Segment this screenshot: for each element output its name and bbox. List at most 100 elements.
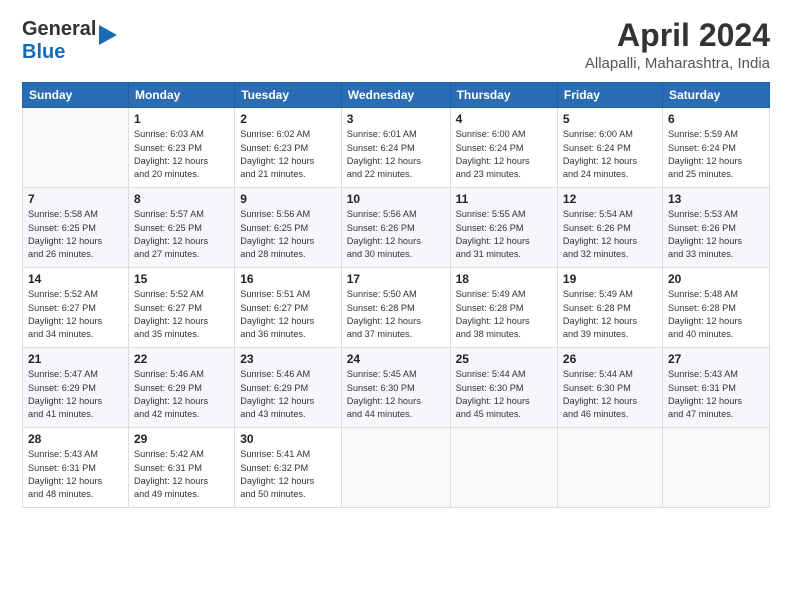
day-info: Sunrise: 5:54 AM Sunset: 6:26 PM Dayligh… [563, 208, 657, 261]
table-row: 4Sunrise: 6:00 AM Sunset: 6:24 PM Daylig… [450, 108, 557, 188]
day-info: Sunrise: 5:42 AM Sunset: 6:31 PM Dayligh… [134, 448, 229, 501]
col-wednesday: Wednesday [341, 83, 450, 108]
day-number: 29 [134, 432, 229, 446]
day-number: 6 [668, 112, 764, 126]
day-info: Sunrise: 5:44 AM Sunset: 6:30 PM Dayligh… [456, 368, 552, 421]
table-row: 25 Sunrise: 5:44 AM Sunset: 6:30 PM Dayli… [450, 348, 557, 428]
day-number: 21 [28, 352, 123, 366]
day-info: Sunrise: 5:55 AM Sunset: 6:26 PM Dayligh… [456, 208, 552, 261]
day-number: 10 [347, 192, 445, 206]
day-number: 7 [28, 192, 123, 206]
table-row: 3 Sunrise: 6:01 AM Sunset: 6:24 PM Daylig… [341, 108, 450, 188]
table-row: 24Sunrise: 5:45 AM Sunset: 6:30 PM Dayli… [341, 348, 450, 428]
day-info: Sunrise: 5:58 AM Sunset: 6:25 PM Dayligh… [28, 208, 123, 261]
day-number: 3 [347, 112, 445, 126]
day-info: Sunrise: 5:52 AM Sunset: 6:27 PM Dayligh… [134, 288, 229, 341]
day-number: 24 [347, 352, 445, 366]
day-number: 22 [134, 352, 229, 366]
day-info: Sunrise: 5:49 AM Sunset: 6:28 PM Dayligh… [563, 288, 657, 341]
table-row: 9 Sunrise: 5:56 AM Sunset: 6:25 PM Daylig… [235, 188, 342, 268]
table-row: 30 Sunrise: 5:41 AM Sunset: 6:32 PM Dayli… [235, 428, 342, 508]
col-saturday: Saturday [662, 83, 769, 108]
day-number: 27 [668, 352, 764, 366]
col-sunday: Sunday [23, 83, 129, 108]
table-row: 16Sunrise: 5:51 AM Sunset: 6:27 PM Dayli… [235, 268, 342, 348]
day-info: Sunrise: 5:46 AM Sunset: 6:29 PM Dayligh… [134, 368, 229, 421]
table-row: 27 Sunrise: 5:43 AM Sunset: 6:31 PM Dayli… [662, 348, 769, 428]
day-info: Sunrise: 6:01 AM Sunset: 6:24 PM Dayligh… [347, 128, 445, 181]
day-info: Sunrise: 5:56 AM Sunset: 6:25 PM Dayligh… [240, 208, 336, 261]
calendar-subtitle: Allapalli, Maharashtra, India [585, 55, 770, 72]
day-number: 19 [563, 272, 657, 286]
day-number: 12 [563, 192, 657, 206]
day-number: 26 [563, 352, 657, 366]
day-number: 14 [28, 272, 123, 286]
table-row: 19 Sunrise: 5:49 AM Sunset: 6:28 PM Dayli… [557, 268, 662, 348]
table-row: 1Sunrise: 6:03 AM Sunset: 6:23 PM Daylig… [128, 108, 234, 188]
col-thursday: Thursday [450, 83, 557, 108]
table-row: 10 Sunrise: 5:56 AM Sunset: 6:26 PM Dayli… [341, 188, 450, 268]
day-number: 2 [240, 112, 336, 126]
day-number: 23 [240, 352, 336, 366]
table-row [557, 428, 662, 508]
table-row: 23 Sunrise: 5:46 AM Sunset: 6:29 PM Dayli… [235, 348, 342, 428]
table-row: 6 Sunrise: 5:59 AM Sunset: 6:24 PM Daylig… [662, 108, 769, 188]
table-row: 8Sunrise: 5:57 AM Sunset: 6:25 PM Daylig… [128, 188, 234, 268]
table-row: 11Sunrise: 5:55 AM Sunset: 6:26 PM Dayli… [450, 188, 557, 268]
day-info: Sunrise: 6:02 AM Sunset: 6:23 PM Dayligh… [240, 128, 336, 181]
calendar-week-row: 21Sunrise: 5:47 AM Sunset: 6:29 PM Dayli… [23, 348, 770, 428]
day-info: Sunrise: 5:43 AM Sunset: 6:31 PM Dayligh… [668, 368, 764, 421]
logo-text: GeneralBlue [22, 18, 96, 64]
day-number: 20 [668, 272, 764, 286]
day-number: 17 [347, 272, 445, 286]
day-info: Sunrise: 5:48 AM Sunset: 6:28 PM Dayligh… [668, 288, 764, 341]
table-row: 5Sunrise: 6:00 AM Sunset: 6:24 PM Daylig… [557, 108, 662, 188]
table-row: 18 Sunrise: 5:49 AM Sunset: 6:28 PM Dayli… [450, 268, 557, 348]
day-number: 9 [240, 192, 336, 206]
day-info: Sunrise: 5:56 AM Sunset: 6:26 PM Dayligh… [347, 208, 445, 261]
col-monday: Monday [128, 83, 234, 108]
calendar-week-row: 7 Sunrise: 5:58 AM Sunset: 6:25 PM Daylig… [23, 188, 770, 268]
logo: GeneralBlue [22, 18, 117, 64]
page: GeneralBlue April 2024 Allapalli, Mahara… [0, 0, 792, 612]
day-info: Sunrise: 5:41 AM Sunset: 6:32 PM Dayligh… [240, 448, 336, 501]
day-number: 28 [28, 432, 123, 446]
day-number: 25 [456, 352, 552, 366]
day-info: Sunrise: 5:59 AM Sunset: 6:24 PM Dayligh… [668, 128, 764, 181]
logo-blue: Blue [22, 41, 65, 63]
table-row: 26Sunrise: 5:44 AM Sunset: 6:30 PM Dayli… [557, 348, 662, 428]
day-info: Sunrise: 5:52 AM Sunset: 6:27 PM Dayligh… [28, 288, 123, 341]
day-info: Sunrise: 5:50 AM Sunset: 6:28 PM Dayligh… [347, 288, 445, 341]
table-row: 20 Sunrise: 5:48 AM Sunset: 6:28 PM Dayli… [662, 268, 769, 348]
table-row [450, 428, 557, 508]
table-row: 2 Sunrise: 6:02 AM Sunset: 6:23 PM Daylig… [235, 108, 342, 188]
day-info: Sunrise: 5:53 AM Sunset: 6:26 PM Dayligh… [668, 208, 764, 261]
calendar-title: April 2024 [585, 18, 770, 53]
day-number: 13 [668, 192, 764, 206]
calendar-week-row: 1Sunrise: 6:03 AM Sunset: 6:23 PM Daylig… [23, 108, 770, 188]
col-friday: Friday [557, 83, 662, 108]
day-number: 30 [240, 432, 336, 446]
table-row [662, 428, 769, 508]
table-row: 14 Sunrise: 5:52 AM Sunset: 6:27 PM Dayli… [23, 268, 129, 348]
day-info: Sunrise: 5:46 AM Sunset: 6:29 PM Dayligh… [240, 368, 336, 421]
logo-icon: GeneralBlue [22, 18, 117, 64]
day-number: 16 [240, 272, 336, 286]
table-row: 13 Sunrise: 5:53 AM Sunset: 6:26 PM Dayli… [662, 188, 769, 268]
day-info: Sunrise: 5:49 AM Sunset: 6:28 PM Dayligh… [456, 288, 552, 341]
calendar-header-row: Sunday Monday Tuesday Wednesday Thursday… [23, 83, 770, 108]
day-number: 4 [456, 112, 552, 126]
day-number: 8 [134, 192, 229, 206]
table-row: 17 Sunrise: 5:50 AM Sunset: 6:28 PM Dayli… [341, 268, 450, 348]
table-row: 12 Sunrise: 5:54 AM Sunset: 6:26 PM Dayli… [557, 188, 662, 268]
day-number: 18 [456, 272, 552, 286]
table-row: 21Sunrise: 5:47 AM Sunset: 6:29 PM Dayli… [23, 348, 129, 428]
header: GeneralBlue April 2024 Allapalli, Mahara… [22, 18, 770, 72]
col-tuesday: Tuesday [235, 83, 342, 108]
logo-arrow-icon [99, 21, 117, 54]
table-row: 15Sunrise: 5:52 AM Sunset: 6:27 PM Dayli… [128, 268, 234, 348]
table-row: 28Sunrise: 5:43 AM Sunset: 6:31 PM Dayli… [23, 428, 129, 508]
table-row: 29 Sunrise: 5:42 AM Sunset: 6:31 PM Dayli… [128, 428, 234, 508]
table-row: 7 Sunrise: 5:58 AM Sunset: 6:25 PM Daylig… [23, 188, 129, 268]
day-number: 5 [563, 112, 657, 126]
